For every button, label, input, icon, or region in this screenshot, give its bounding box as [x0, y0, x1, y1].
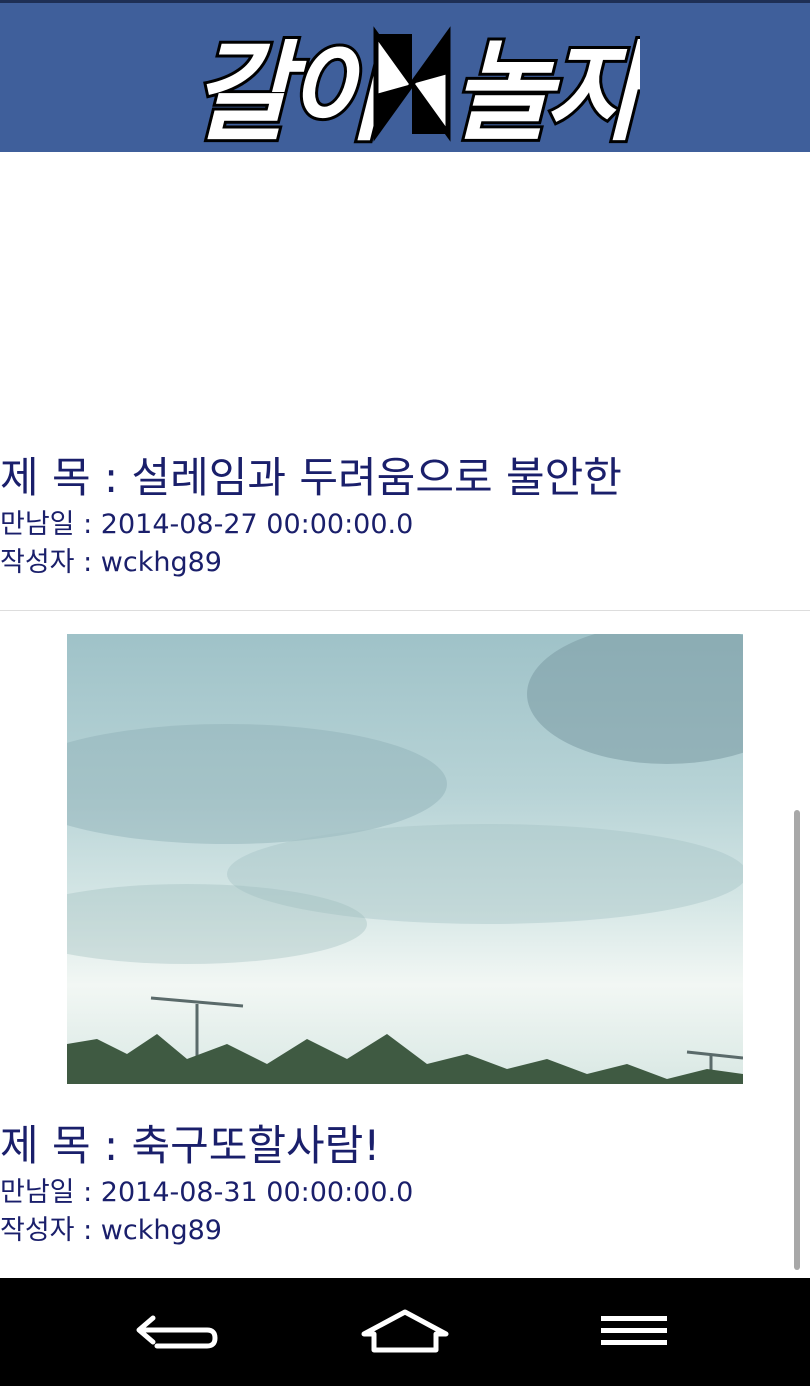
svg-text:갈이: 갈이 — [192, 31, 395, 148]
svg-text:놀자: 놀자 — [452, 31, 640, 148]
back-icon — [136, 1315, 218, 1349]
post-date: 만남일 : 2014-08-31 00:00:00.0 — [0, 1177, 414, 1208]
post-title[interactable]: 제 목 : 축구또할사람! — [0, 1112, 380, 1173]
menu-icon — [601, 1316, 667, 1345]
post-photo[interactable] — [67, 634, 743, 1084]
post-author: 작성자 : wckhg89 — [0, 547, 222, 578]
menu-button[interactable] — [582, 1298, 682, 1364]
pinwheel-icon — [373, 26, 451, 142]
app-logo[interactable]: 갈이 놀자 — [190, 15, 640, 151]
home-button[interactable] — [355, 1298, 455, 1364]
home-icon — [361, 1309, 449, 1353]
post-author: 작성자 : wckhg89 — [0, 1215, 222, 1246]
sky-photo-icon — [67, 634, 743, 1084]
system-navigation-bar — [0, 1278, 810, 1386]
post-date: 만남일 : 2014-08-27 00:00:00.0 — [0, 509, 414, 540]
scrollbar[interactable] — [794, 810, 800, 1270]
top-bar: 갈이 놀자 — [0, 0, 810, 152]
logo-graphic: 갈이 놀자 — [190, 26, 640, 148]
back-button[interactable] — [128, 1298, 228, 1364]
post-title[interactable]: 제 목 : 설레임과 두려움으로 불안한 — [0, 444, 622, 505]
post-divider — [0, 610, 810, 611]
